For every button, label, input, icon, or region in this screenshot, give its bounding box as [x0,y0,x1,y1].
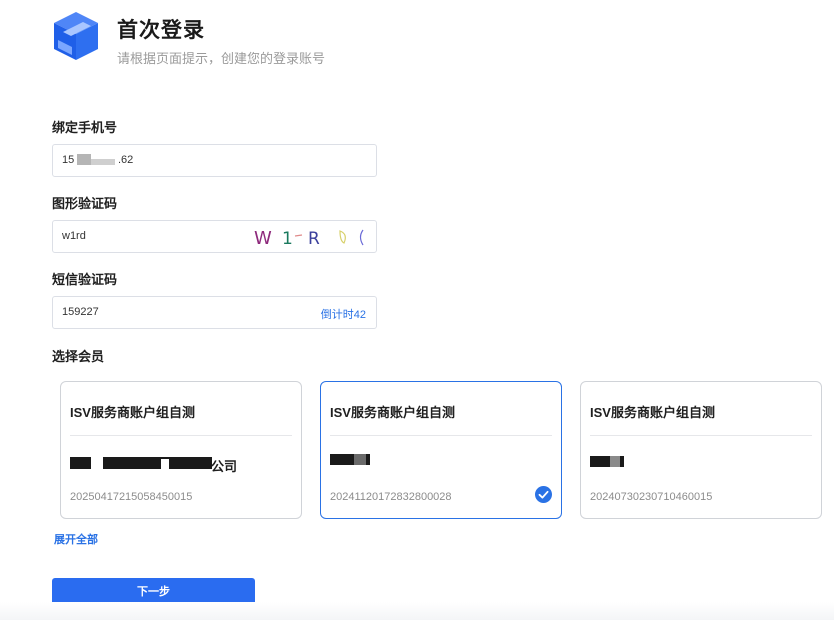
member-card-id: 20240730230710460015 [590,491,713,503]
page-header: 首次登录 请根据页面提示，创建您的登录账号 [50,8,650,70]
redaction-mask [91,457,103,469]
member-card-selected[interactable]: ISV服务商账户组自测 20241120172832800028 [320,381,562,519]
svg-text:1: 1 [282,229,293,249]
phone-input[interactable]: 15 .62 [52,144,377,177]
member-card-name: ISV服务商账户组自测 [330,405,455,420]
divider [590,435,812,436]
member-card-member-name: 公司 [211,459,238,474]
svg-text:W: W [254,228,272,249]
redaction-mask [91,159,115,165]
captcha-label: 图形验证码 [52,196,118,211]
member-card[interactable]: ISV服务商账户组自测 公司 20250417215058450015 [60,381,302,519]
captcha-input[interactable]: w1rd W 1 R [52,220,377,253]
redaction-mask [77,154,91,165]
member-label: 选择会员 [52,349,105,364]
member-card-name: ISV服务商账户组自测 [70,405,195,420]
redaction-mask [354,454,366,465]
divider [70,435,292,436]
member-card[interactable]: ISV服务商账户组自测 20240730230710460015 [580,381,822,519]
divider [330,435,552,436]
redaction-mask [610,456,620,467]
page-subtitle: 请根据页面提示，创建您的登录账号 [117,51,326,66]
sms-code-input[interactable]: 159227 倒计时42 [52,296,377,329]
member-card-name: ISV服务商账户组自测 [590,405,715,420]
redaction-mask [620,456,624,467]
captcha-value: w1rd [62,230,86,242]
bottom-edge [0,602,834,620]
page-title: 首次登录 [117,19,205,42]
checkmark-icon [535,486,552,503]
captcha-image[interactable]: W 1 R [250,224,370,249]
sms-code-label: 短信验证码 [52,272,118,287]
redaction-mask [590,456,610,467]
member-card-id: 20250417215058450015 [70,491,193,503]
redaction-mask [161,459,169,469]
expand-all-link[interactable]: 展开全部 [54,531,98,547]
phone-value-prefix: 15 [62,154,75,166]
redaction-mask [366,454,370,465]
redaction-mask [330,454,354,465]
sms-code-value: 159227 [62,306,99,318]
phone-label: 绑定手机号 [52,120,118,135]
member-card-id: 20241120172832800028 [330,491,452,503]
phone-value-suffix: .62 [118,154,134,166]
blue-cube-logo-icon [54,12,98,60]
sms-countdown-button[interactable]: 倒计时42 [321,306,366,322]
svg-text:R: R [308,229,320,249]
